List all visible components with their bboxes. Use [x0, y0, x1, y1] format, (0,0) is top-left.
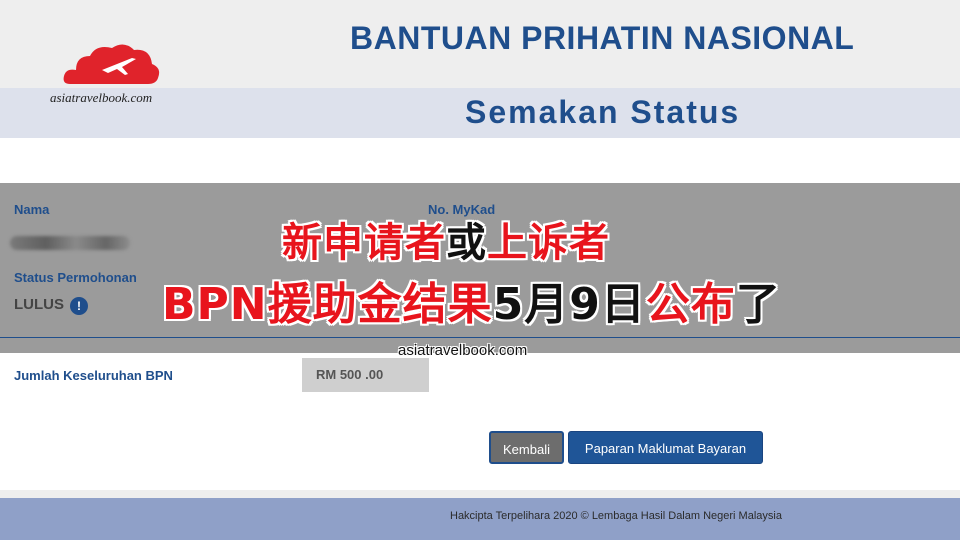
back-button[interactable]: Kembali — [489, 431, 564, 464]
status-label: Status Permohonan — [14, 270, 137, 285]
redacted-name — [10, 236, 130, 250]
overlay-text: 新申请者 — [282, 220, 446, 266]
page-subtitle: Semakan Status — [465, 94, 741, 130]
overlay-text: BPN援助金结果 — [162, 279, 493, 330]
overlay-text: 公布 — [645, 279, 736, 330]
overlay-headline-line1: 新申请者或上诉者 — [282, 210, 610, 268]
status-value: LULUS — [14, 296, 64, 313]
overlay-text: 5月9日 — [492, 279, 646, 330]
watermark: asiatravelbook.com — [398, 342, 528, 359]
footer-separator — [0, 490, 960, 498]
logo-text: asiatravelbook.com — [50, 90, 153, 105]
overlay-headline-line2: BPN援助金结果5月9日公布了 — [162, 268, 781, 332]
overlay-text: 了 — [735, 279, 781, 330]
total-bpn-value: RM 500 .00 — [302, 358, 429, 392]
footer: Hakcipta Terpelihara 2020 © Lembaga Hasi… — [0, 498, 960, 540]
overlay-text: 或 — [446, 220, 487, 266]
page-title: BANTUAN PRIHATIN NASIONAL — [350, 20, 855, 56]
overlay-text: 上诉者 — [487, 220, 610, 266]
copyright-text: Hakcipta Terpelihara 2020 © Lembaga Hasi… — [450, 510, 782, 522]
payment-info-button[interactable]: Paparan Maklumat Bayaran — [568, 431, 763, 464]
total-bpn-label: Jumlah Keseluruhan BPN — [14, 368, 173, 383]
panel-divider — [0, 337, 960, 338]
cloud-plane-icon — [63, 44, 160, 84]
info-icon[interactable]: ! — [70, 297, 88, 315]
site-logo: asiatravelbook.com — [50, 40, 180, 110]
nama-label: Nama — [14, 202, 50, 217]
